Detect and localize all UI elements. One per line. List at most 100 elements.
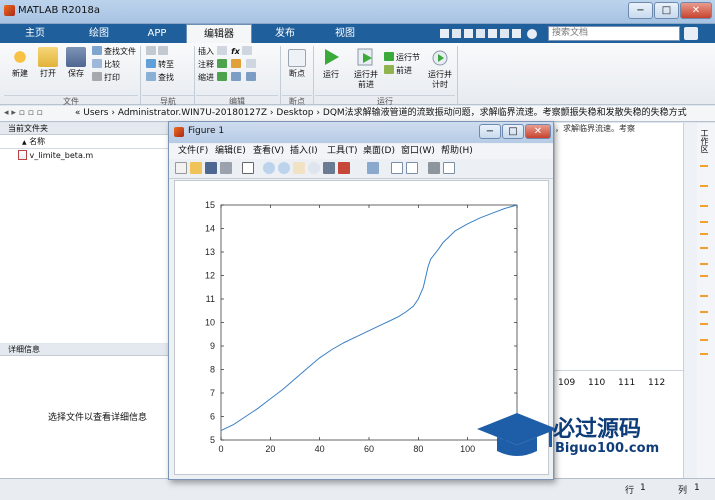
zoom-in-icon[interactable] bbox=[263, 162, 275, 174]
figure-title-bar[interactable]: Figure 1 − □ ✕ bbox=[169, 122, 553, 143]
name-column-header[interactable]: 名称 bbox=[29, 137, 45, 146]
title-bar: MATLAB R2018a − □ ✕ bbox=[0, 0, 715, 24]
status-bar: 行 1 列 1 bbox=[0, 478, 715, 500]
x-tick-label: 80 bbox=[413, 444, 423, 454]
menu-help[interactable]: 帮助(H) bbox=[441, 144, 473, 159]
goto-button[interactable]: 转至 bbox=[146, 59, 192, 72]
y-tick-label: 8 bbox=[210, 365, 215, 375]
goto-icon bbox=[146, 59, 156, 68]
breakpoints-button[interactable]: 断点 bbox=[284, 49, 310, 79]
menu-window[interactable]: 窗口(W) bbox=[401, 144, 435, 159]
figure-maximize-button[interactable]: □ bbox=[502, 124, 524, 139]
back-forward-icons[interactable] bbox=[146, 46, 192, 59]
tab-view[interactable]: 视图 bbox=[316, 24, 374, 43]
indent-label: 缩进 bbox=[198, 73, 214, 82]
run-button[interactable]: 运行 bbox=[318, 47, 344, 80]
insert-button[interactable]: 插入 fx bbox=[198, 46, 278, 59]
save-figure-icon[interactable] bbox=[205, 162, 217, 174]
link-plot-icon[interactable] bbox=[367, 162, 379, 174]
run-label: 运行 bbox=[323, 70, 339, 79]
figure-minimize-button[interactable]: − bbox=[479, 124, 501, 139]
maximize-button[interactable]: □ bbox=[654, 2, 679, 19]
breadcrumb-admin[interactable]: Administrator.WIN7U-20180127Z bbox=[118, 108, 267, 118]
breadcrumb-overflow[interactable]: « bbox=[75, 108, 81, 118]
address-bar[interactable]: ◂ ▸ ▫ ▫ ▫ « Users › Administrator.WIN7U-… bbox=[0, 106, 715, 122]
find-button[interactable]: 查找 bbox=[146, 72, 192, 85]
print-figure-icon[interactable] bbox=[220, 162, 232, 174]
menu-insert[interactable]: 插入(I) bbox=[290, 144, 318, 159]
indent-button[interactable]: 缩进 bbox=[198, 72, 278, 85]
run-section-button[interactable]: 运行节 bbox=[384, 52, 424, 65]
quick-access-toolbar[interactable] bbox=[440, 27, 540, 41]
hide-plot-tools-icon[interactable] bbox=[428, 162, 440, 174]
minimize-button[interactable]: − bbox=[628, 2, 653, 19]
tab-apps[interactable]: APP bbox=[128, 24, 186, 43]
y-tick-label: 13 bbox=[205, 247, 215, 257]
workspace-label[interactable]: 工作区 bbox=[699, 129, 710, 153]
advance-icon bbox=[384, 65, 394, 74]
run-advance-label-1: 运行并 bbox=[354, 70, 378, 79]
y-tick-label: 5 bbox=[210, 435, 215, 445]
run-and-time-button[interactable]: 运行并 计时 bbox=[426, 47, 454, 90]
find-files-button[interactable]: 查找文件 bbox=[92, 46, 140, 59]
find-label: 查找 bbox=[158, 73, 174, 82]
advance-button[interactable]: 前进 bbox=[384, 65, 424, 78]
new-figure-icon[interactable] bbox=[175, 162, 187, 174]
tab-plots[interactable]: 绘图 bbox=[70, 24, 128, 43]
search-icon[interactable] bbox=[684, 27, 698, 40]
divider bbox=[457, 46, 458, 104]
menu-edit[interactable]: 编辑(E) bbox=[215, 144, 246, 159]
y-tick-label: 7 bbox=[210, 388, 215, 398]
workspace-side-tab[interactable]: 工作区 bbox=[697, 123, 715, 478]
details-hint: 选择文件以查看详细信息 bbox=[48, 413, 148, 423]
tab-editor[interactable]: 编辑器 bbox=[186, 24, 252, 43]
brush-icon[interactable] bbox=[338, 162, 350, 174]
figure-close-button[interactable]: ✕ bbox=[525, 124, 551, 139]
file-list-item[interactable]: v_limite_beta.m bbox=[0, 149, 169, 163]
group-edit: 编辑 bbox=[196, 95, 278, 106]
data-cursor-icon[interactable] bbox=[323, 162, 335, 174]
menu-file[interactable]: 文件(F) bbox=[178, 144, 208, 159]
menu-tools[interactable]: 工具(T) bbox=[327, 144, 358, 159]
tab-publish[interactable]: 发布 bbox=[256, 24, 314, 43]
y-tick-label: 6 bbox=[210, 412, 215, 422]
breadcrumb-users[interactable]: Users bbox=[83, 108, 108, 118]
pan-icon[interactable] bbox=[293, 162, 305, 174]
column-header[interactable]: ▲ 名称 bbox=[0, 135, 169, 149]
search-input[interactable]: 搜索文档 bbox=[548, 26, 680, 41]
rotate-icon[interactable] bbox=[308, 162, 320, 174]
open-button[interactable]: 打开 bbox=[34, 47, 62, 79]
nav-arrows-icon[interactable]: ◂ ▸ ▫ ▫ ▫ bbox=[0, 106, 72, 121]
m-file-icon bbox=[18, 150, 27, 160]
compare-button[interactable]: 比较 bbox=[92, 59, 140, 72]
watermark-url: Biguo100.com bbox=[555, 441, 660, 456]
fx-icon[interactable]: fx bbox=[231, 47, 240, 56]
colorbar-icon[interactable] bbox=[391, 162, 403, 174]
editor-title: ，求解临界流速。考察 bbox=[555, 124, 635, 133]
close-button[interactable]: ✕ bbox=[680, 2, 712, 19]
folder-open-icon bbox=[38, 47, 58, 67]
run-icon bbox=[325, 49, 339, 65]
new-button[interactable]: 新建 bbox=[6, 47, 34, 79]
print-button[interactable]: 打印 bbox=[92, 72, 140, 85]
breadcrumb-desktop[interactable]: Desktop bbox=[276, 108, 313, 118]
run-and-advance-button[interactable]: 运行并 前进 bbox=[350, 47, 382, 90]
menu-desktop[interactable]: 桌面(D) bbox=[363, 144, 395, 159]
code-analyzer-markers[interactable] bbox=[699, 163, 711, 463]
tab-home[interactable]: 主页 bbox=[0, 24, 70, 43]
open-file-icon[interactable] bbox=[190, 162, 202, 174]
editor-scrollbar[interactable] bbox=[683, 123, 697, 478]
show-plot-tools-icon[interactable] bbox=[443, 162, 455, 174]
breadcrumb-folder[interactable]: DQM法求解输液管道的流致振动问题，求解临界流速。考察颤振失稳和发散失稳的失稳方… bbox=[323, 108, 687, 118]
column-label: 列 bbox=[678, 486, 688, 496]
find-files-icon bbox=[92, 46, 102, 55]
column-number: 110 bbox=[588, 378, 606, 388]
legend-icon[interactable] bbox=[406, 162, 418, 174]
edit-plot-icon[interactable] bbox=[242, 162, 254, 174]
menu-view[interactable]: 查看(V) bbox=[253, 144, 284, 159]
comment-button[interactable]: 注释 bbox=[198, 59, 278, 72]
zoom-out-icon[interactable] bbox=[278, 162, 290, 174]
compare-label: 比较 bbox=[104, 60, 120, 69]
sort-icon: ▲ bbox=[22, 139, 27, 146]
save-button[interactable]: 保存 bbox=[62, 47, 90, 79]
